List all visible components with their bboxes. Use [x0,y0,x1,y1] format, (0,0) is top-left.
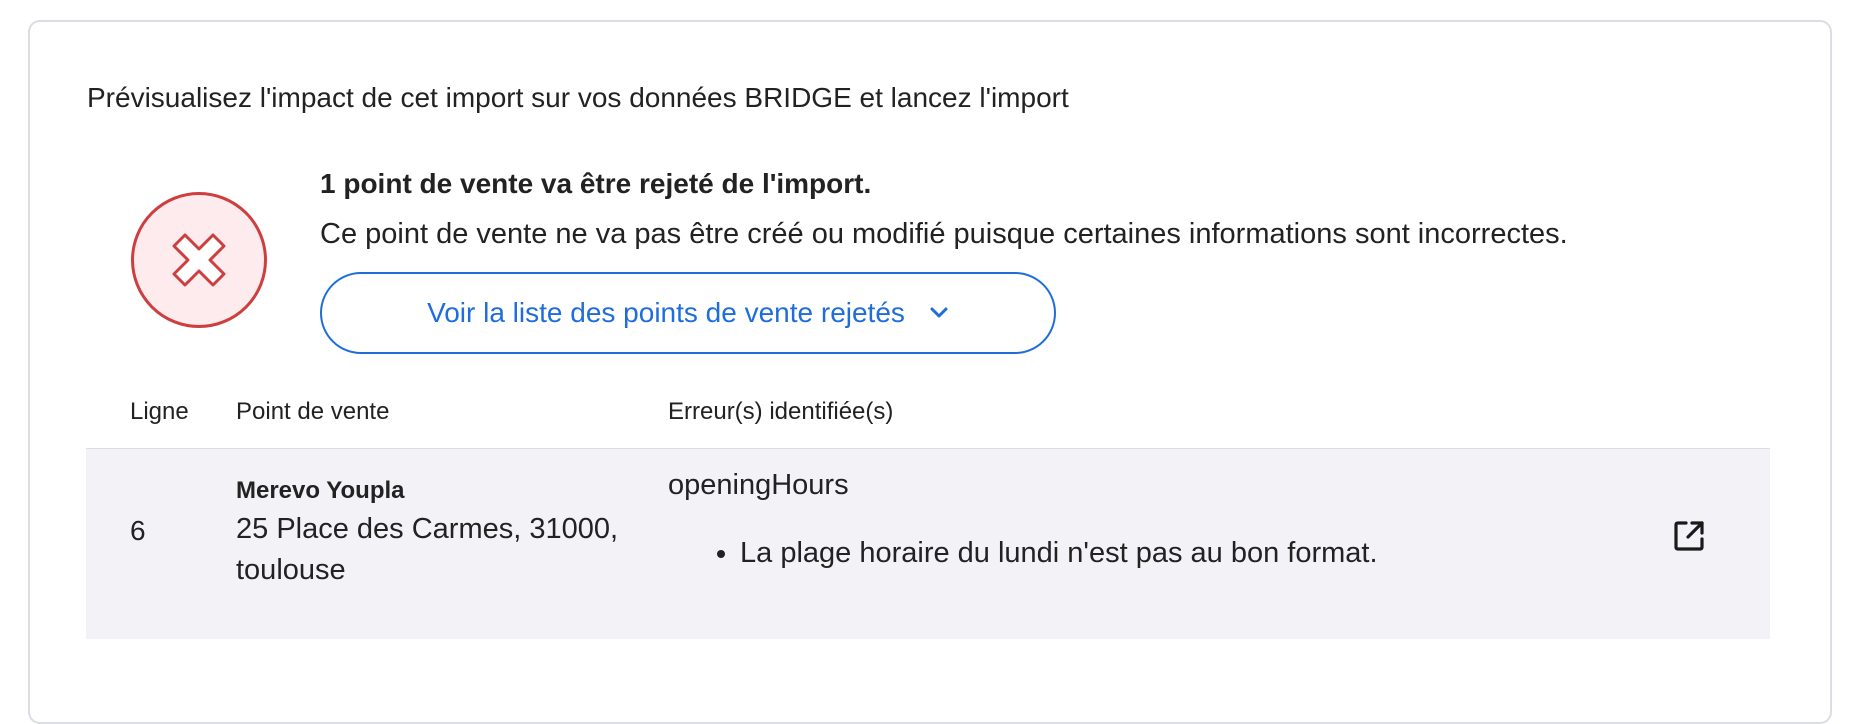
close-icon [165,226,233,294]
section-heading: Prévisualisez l'impact de cet import sur… [87,82,1069,113]
external-link-icon[interactable] [1670,517,1708,555]
column-header-store: Point de vente [236,398,390,425]
column-header-errors: Erreur(s) identifiée(s) [668,398,894,425]
error-item: La plage horaire du lundi n'est pas au b… [740,537,1378,570]
error-field-name: openingHours [668,469,849,501]
store-name: Merevo Youpla [236,477,405,504]
row-line-number: 6 [130,515,146,546]
show-rejected-list-label: Voir la liste des points de vente rejeté… [427,297,905,328]
column-header-line: Ligne [130,398,189,425]
store-address: 25 Place des Carmes, 31000, toulouse [236,513,619,586]
chevron-down-icon [929,306,949,320]
error-badge [131,192,267,328]
error-list: La plage horaire du lundi n'est pas au b… [668,537,1378,570]
rejection-subtitle: Ce point de vente ne va pas être créé ou… [320,218,1568,250]
show-rejected-list-button[interactable]: Voir la liste des points de vente rejeté… [320,272,1056,354]
table-row: 6 Merevo Youpla 25 Place des Carmes, 310… [86,448,1770,639]
rejection-title: 1 point de vente va être rejeté de l'imp… [320,168,872,199]
